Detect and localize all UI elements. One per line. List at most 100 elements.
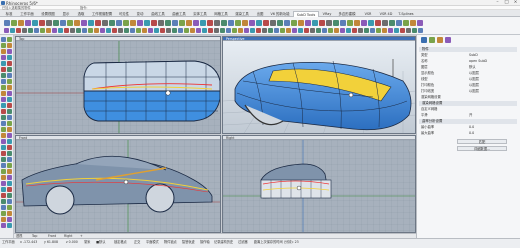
- ribbon-tool-button-small[interactable]: [412, 28, 417, 33]
- ribbon-tool-button[interactable]: [130, 20, 136, 26]
- ribbon-tool-button[interactable]: [340, 20, 346, 26]
- ribbon-tool-button-small[interactable]: [100, 28, 105, 33]
- ribbon-tool-button-small[interactable]: [244, 28, 249, 33]
- viewport-perspective-canvas[interactable]: [223, 41, 416, 134]
- ribbon-tool-button[interactable]: [221, 20, 227, 26]
- ribbon-tool-button-small[interactable]: [346, 28, 351, 33]
- ribbon-tool-button-small[interactable]: [136, 28, 141, 33]
- ribbon-tool-button-small[interactable]: [394, 28, 399, 33]
- left-tool-button[interactable]: [7, 85, 12, 90]
- ribbon-tool-button-small[interactable]: [340, 28, 345, 33]
- left-tool-button[interactable]: [7, 49, 12, 54]
- ribbon-tool-button-small[interactable]: [418, 28, 423, 33]
- ribbon-tool-button-small[interactable]: [382, 28, 387, 33]
- ribbon-tool-button[interactable]: [186, 20, 192, 26]
- ribbon-tool-button-small[interactable]: [70, 28, 75, 33]
- ribbon-tool-button-small[interactable]: [388, 28, 393, 33]
- left-tool-button[interactable]: [1, 115, 6, 120]
- ribbon-tool-button[interactable]: [361, 20, 367, 26]
- ribbon-tool-button[interactable]: [74, 20, 80, 26]
- ribbon-tool-button-small[interactable]: [232, 28, 237, 33]
- ribbon-tool-button[interactable]: [109, 20, 115, 26]
- viewport-right[interactable]: Right: [222, 135, 416, 233]
- ribbon-tool-button[interactable]: [354, 20, 360, 26]
- ribbon-tool-button-small[interactable]: [178, 28, 183, 33]
- ribbon-tool-button[interactable]: [39, 20, 45, 26]
- left-tool-button[interactable]: [1, 145, 6, 150]
- ribbon-tool-button-small[interactable]: [280, 28, 285, 33]
- ribbon-tool-button[interactable]: [291, 20, 297, 26]
- left-tool-button[interactable]: [7, 175, 12, 180]
- panel-tab-icon[interactable]: [437, 37, 443, 43]
- ribbon-tool-button[interactable]: [270, 20, 276, 26]
- ribbon-tool-button[interactable]: [67, 20, 73, 26]
- ribbon-tool-button-small[interactable]: [214, 28, 219, 33]
- ribbon-tool-button[interactable]: [256, 20, 262, 26]
- left-tool-button[interactable]: [7, 73, 12, 78]
- ribbon-tool-button-small[interactable]: [262, 28, 267, 33]
- ribbon-tool-button[interactable]: [172, 20, 178, 26]
- left-tool-button[interactable]: [1, 223, 6, 228]
- left-tool-button[interactable]: [7, 139, 12, 144]
- ribbon-tool-button-small[interactable]: [358, 28, 363, 33]
- ribbon-tool-button-small[interactable]: [196, 28, 201, 33]
- ribbon-tool-button[interactable]: [417, 20, 423, 26]
- ribbon-tool-button[interactable]: [25, 20, 31, 26]
- viewport-front[interactable]: Front: [15, 135, 221, 233]
- status-smarttrack[interactable]: 智慧轨迹: [182, 240, 195, 244]
- ribbon-tool-button-small[interactable]: [274, 28, 279, 33]
- left-tool-button[interactable]: [7, 133, 12, 138]
- ribbon-tool-button-small[interactable]: [226, 28, 231, 33]
- left-tool-button[interactable]: [7, 115, 12, 120]
- left-tool-button[interactable]: [7, 187, 12, 192]
- ribbon-tool-button-small[interactable]: [124, 28, 129, 33]
- left-tool-button[interactable]: [1, 121, 6, 126]
- ribbon-tool-button-small[interactable]: [400, 28, 405, 33]
- left-tool-button[interactable]: [1, 169, 6, 174]
- left-tool-button[interactable]: [7, 181, 12, 186]
- ribbon-tool-button[interactable]: [95, 20, 101, 26]
- left-tool-button[interactable]: [1, 37, 6, 42]
- ribbon-tool-button-small[interactable]: [292, 28, 297, 33]
- viewport-top-canvas[interactable]: [16, 41, 221, 134]
- ribbon-tool-button[interactable]: [151, 20, 157, 26]
- left-tool-button[interactable]: [1, 127, 6, 132]
- left-tool-button[interactable]: [1, 61, 6, 66]
- left-tool-button[interactable]: [1, 205, 6, 210]
- ribbon-tool-button[interactable]: [46, 20, 52, 26]
- ribbon-tool-button-small[interactable]: [352, 28, 357, 33]
- status-planar[interactable]: 平面模式: [146, 240, 159, 244]
- status-cplane[interactable]: 工作平面: [2, 240, 15, 244]
- left-tool-button[interactable]: [7, 109, 12, 114]
- left-tool-button[interactable]: [7, 217, 12, 222]
- left-tool-button[interactable]: [1, 85, 6, 90]
- ribbon-tool-button[interactable]: [263, 20, 269, 26]
- left-tool-button[interactable]: [1, 43, 6, 48]
- analysis-row-value[interactable]: 0.0: [469, 131, 474, 136]
- left-tool-button[interactable]: [7, 211, 12, 216]
- section-object[interactable]: 物件: [419, 47, 517, 52]
- ribbon-tool-button-small[interactable]: [238, 28, 243, 33]
- left-tool-button[interactable]: [1, 49, 6, 54]
- left-tool-button[interactable]: [7, 61, 12, 66]
- ribbon-tool-button[interactable]: [207, 20, 213, 26]
- left-tool-button[interactable]: [7, 67, 12, 72]
- ribbon-tool-button[interactable]: [116, 20, 122, 26]
- left-tool-button[interactable]: [7, 169, 12, 174]
- ribbon-tool-button[interactable]: [144, 20, 150, 26]
- ribbon-tool-button[interactable]: [123, 20, 129, 26]
- ribbon-tool-button-small[interactable]: [298, 28, 303, 33]
- viewport-front-canvas[interactable]: [16, 140, 221, 233]
- ribbon-tool-button[interactable]: [347, 20, 353, 26]
- render-row-value[interactable]: 开: [469, 113, 472, 118]
- left-tool-button[interactable]: [7, 37, 12, 42]
- left-tool-button[interactable]: [1, 91, 6, 96]
- left-tool-button[interactable]: [7, 157, 12, 162]
- ribbon-tool-button[interactable]: [18, 20, 24, 26]
- ribbon-tool-button[interactable]: [4, 20, 10, 26]
- ribbon-tool-button-small[interactable]: [370, 28, 375, 33]
- ribbon-tool-button[interactable]: [200, 20, 206, 26]
- ribbon-tool-button[interactable]: [88, 20, 94, 26]
- left-tool-button[interactable]: [7, 199, 12, 204]
- ribbon-tool-button-small[interactable]: [64, 28, 69, 33]
